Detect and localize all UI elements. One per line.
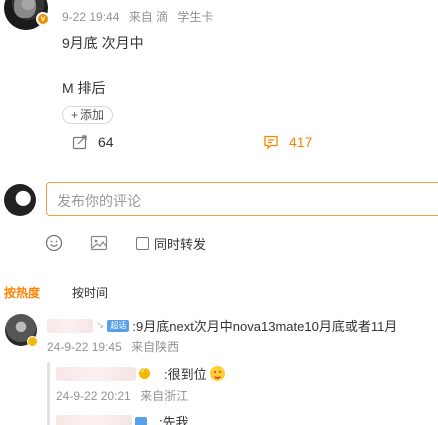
comment-icon <box>264 135 278 150</box>
badge-icon <box>135 416 147 425</box>
checkbox-icon[interactable] <box>136 237 149 250</box>
post-time[interactable]: 9-22 19:44 <box>62 10 119 24</box>
add-button[interactable]: + 添加 <box>62 106 114 124</box>
plus-icon: + <box>71 108 79 122</box>
comment-location: 来自陕西 <box>131 340 180 354</box>
reply-thread-bar <box>47 362 50 425</box>
member-badge-icon <box>27 336 38 347</box>
comment-meta: 24-9-22 19:45 来自陕西 <box>47 338 185 355</box>
sync-repost-label: 同时转发 <box>154 237 207 252</box>
comment-input[interactable]: 发布你的评论 <box>46 182 438 216</box>
verified-icon <box>139 366 150 379</box>
comment-text: :9月底next次月中nova13mate10月底或者11月 <box>132 319 398 334</box>
replier-name-redacted[interactable] <box>56 366 136 381</box>
reply-text: :很到位 <box>164 367 207 382</box>
replier-name-redacted-2[interactable] <box>56 414 132 425</box>
reply-location: 来自浙江 <box>140 389 189 403</box>
commenter-name-redacted[interactable] <box>47 318 93 333</box>
comment-time: 24-9-22 19:45 <box>47 340 122 354</box>
comment-line: ↘ 超话 :9月底next次月中nova13mate10月底或者11月 <box>47 316 397 335</box>
tab-sort-time[interactable]: 按时间 <box>72 284 108 301</box>
laugh-emoji-icon <box>209 366 225 381</box>
sync-repost-checkbox[interactable]: 同时转发 <box>136 234 206 253</box>
repost-button[interactable]: 64 <box>72 134 114 150</box>
comment-button[interactable]: 417 <box>263 134 312 150</box>
repost-icon <box>72 135 87 150</box>
verified-badge-icon: v <box>36 12 50 26</box>
image-icon[interactable] <box>90 234 108 252</box>
emoji-icon[interactable] <box>45 234 63 252</box>
reply-line-2: :先我 <box>56 412 189 425</box>
post-text-line-1: 9月底 次月中 <box>62 35 144 51</box>
tab-sort-hot[interactable]: 按热度 <box>4 284 40 301</box>
name-separator-icon: ↘ <box>96 320 105 331</box>
reply-meta: 24-9-22 20:21 来自浙江 <box>56 387 194 404</box>
reply-line: :很到位 <box>56 364 225 383</box>
comment-count: 417 <box>289 134 313 150</box>
reply-time: 24-9-22 20:21 <box>56 389 131 403</box>
post-text-line-2: M 排后 <box>62 80 106 96</box>
repost-count: 64 <box>98 134 114 150</box>
current-user-avatar[interactable] <box>4 184 36 216</box>
post-meta: 9-22 19:44 来自 滴 学生卡 <box>62 8 219 25</box>
post-tag[interactable]: 学生卡 <box>177 10 213 24</box>
reply-text-2: :先我 <box>159 415 189 425</box>
post-source: 来自 滴 <box>128 10 169 24</box>
add-button-label: 添加 <box>80 108 105 122</box>
fan-badge: 超话 <box>107 319 130 332</box>
